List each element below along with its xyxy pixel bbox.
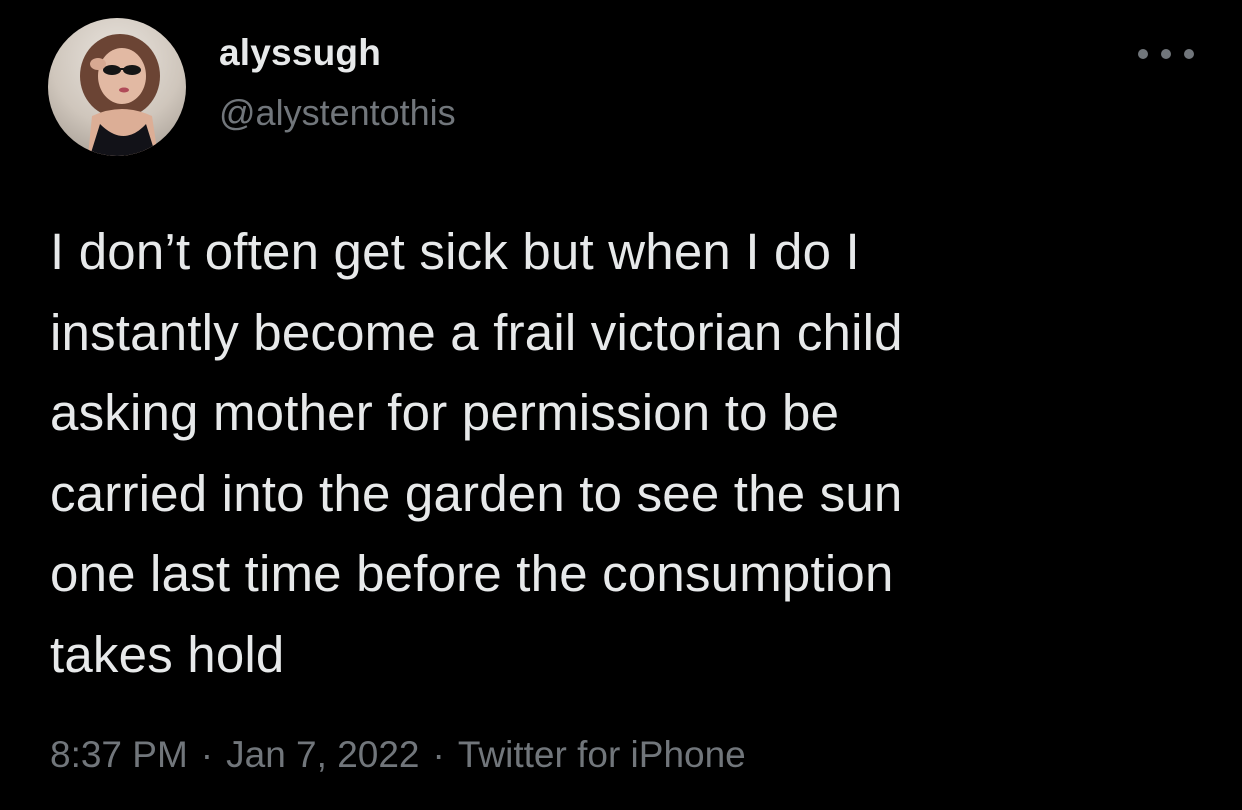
tweet-source[interactable]: Twitter for iPhone — [458, 734, 746, 776]
tweet-card: alyssugh @alystentothis I don’t often ge… — [0, 0, 1242, 810]
dot — [1138, 49, 1148, 59]
profile-photo-icon — [80, 34, 160, 156]
display-name[interactable]: alyssugh — [219, 32, 381, 74]
more-options-icon[interactable] — [1138, 36, 1194, 72]
dot — [1161, 49, 1171, 59]
separator: · — [200, 734, 214, 775]
tweet-text: I don’t often get sick but when I do I i… — [50, 223, 903, 683]
tweet-date[interactable]: Jan 7, 2022 — [226, 734, 419, 776]
avatar[interactable] — [48, 18, 186, 156]
tweet-time[interactable]: 8:37 PM — [50, 734, 188, 776]
tweet-metadata: 8:37 PM · Jan 7, 2022 · Twitter for iPho… — [50, 734, 746, 776]
user-handle[interactable]: @alystentothis — [219, 92, 456, 134]
dot — [1184, 49, 1194, 59]
separator: · — [432, 734, 445, 775]
